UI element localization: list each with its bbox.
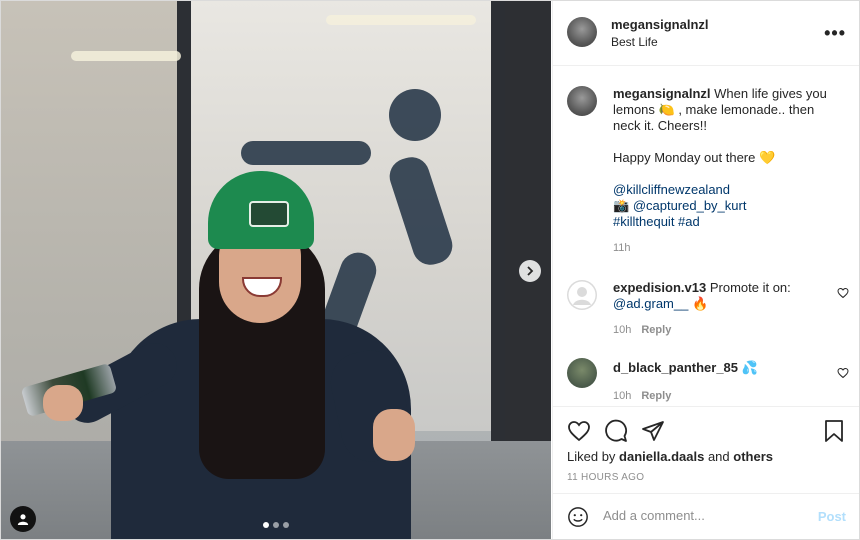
post-photo[interactable] <box>1 1 551 539</box>
default-avatar-icon <box>567 280 597 310</box>
likes-others-link[interactable]: others <box>733 449 773 464</box>
author-avatar[interactable] <box>567 17 597 47</box>
comment-bubble-icon[interactable] <box>604 419 628 443</box>
fire-emoji: 🔥 <box>691 296 709 311</box>
carousel-dot <box>283 522 289 528</box>
post-side-panel: megansignalnzl Best Life ••• megansignal… <box>552 1 859 539</box>
like-heart-icon[interactable] <box>567 419 591 443</box>
liker-username[interactable]: daniella.daals <box>619 449 704 464</box>
caption-line: Happy Monday out there 💛 <box>613 150 776 165</box>
camera-emoji: 📸 <box>613 198 630 213</box>
likes-summary: Liked by daniella.daals and others <box>567 449 773 464</box>
post-location[interactable]: Best Life <box>611 35 658 49</box>
comment-text: Promote it on: <box>709 280 791 295</box>
more-options-icon[interactable]: ••• <box>824 23 846 44</box>
wall-logo-head <box>389 89 441 141</box>
likes-joiner: and <box>707 449 730 464</box>
emoji-smiley-icon[interactable] <box>567 506 589 528</box>
chevron-right-icon <box>527 266 534 276</box>
post-comment-button[interactable]: Post <box>818 509 846 524</box>
comment: expedision.v13 Promote it on: @ad.gram__… <box>613 280 831 338</box>
caption-author-avatar[interactable] <box>567 86 597 116</box>
reply-button[interactable]: Reply <box>641 324 671 336</box>
post-actions: Liked by daniella.daals and others 11 HO… <box>553 406 859 485</box>
carousel-dot <box>263 522 269 528</box>
comment-time: 10h <box>613 390 632 402</box>
post-timestamp: 11 HOURS AGO <box>567 472 645 483</box>
photo-light <box>71 51 181 61</box>
caption-author[interactable]: megansignalnzl <box>613 86 711 101</box>
beanie-patch <box>249 201 289 227</box>
share-paper-plane-icon[interactable] <box>641 419 665 443</box>
commenter-avatar[interactable] <box>567 358 597 388</box>
hashtag-links[interactable]: #killthequit #ad <box>613 214 700 229</box>
photo-light <box>326 15 476 25</box>
mention-link[interactable]: @captured_by_kurt <box>633 198 747 213</box>
comments-scroll-area[interactable]: megansignalnzl When life gives you lemon… <box>553 66 859 406</box>
comment-time: 10h <box>613 324 632 336</box>
save-bookmark-icon[interactable] <box>822 419 846 443</box>
post-header: megansignalnzl Best Life ••• <box>553 1 859 66</box>
user-icon <box>17 514 29 525</box>
mention-link[interactable]: @killcliffnewzealand <box>613 182 730 197</box>
comment: d_black_panther_85 💦 10h Reply <box>613 360 831 404</box>
comment-author[interactable]: expedision.v13 <box>613 280 706 295</box>
droplets-emoji: 💦 <box>741 360 758 375</box>
caption: megansignalnzl When life gives you lemon… <box>613 86 845 256</box>
wall-logo-stroke <box>241 141 371 165</box>
next-slide-button[interactable] <box>519 260 541 282</box>
heart-icon[interactable] <box>837 287 849 299</box>
reply-button[interactable]: Reply <box>641 390 671 402</box>
commenter-avatar[interactable] <box>567 280 597 310</box>
comment-input[interactable] <box>603 508 803 523</box>
mention-link[interactable]: @ad.gram__ <box>613 296 688 311</box>
instagram-post-modal: megansignalnzl Best Life ••• megansignal… <box>0 0 860 540</box>
add-comment-bar: Post <box>553 493 859 539</box>
likes-prefix: Liked by <box>567 449 616 464</box>
person-hand <box>43 385 83 421</box>
heart-icon[interactable] <box>837 367 849 379</box>
carousel-indicator <box>263 522 289 528</box>
tagged-users-button[interactable] <box>10 506 36 532</box>
person-fist <box>373 409 415 461</box>
comment-author[interactable]: d_black_panther_85 <box>613 360 738 375</box>
author-username[interactable]: megansignalnzl <box>611 17 709 32</box>
carousel-dot <box>273 522 279 528</box>
caption-time: 11h <box>613 242 631 254</box>
